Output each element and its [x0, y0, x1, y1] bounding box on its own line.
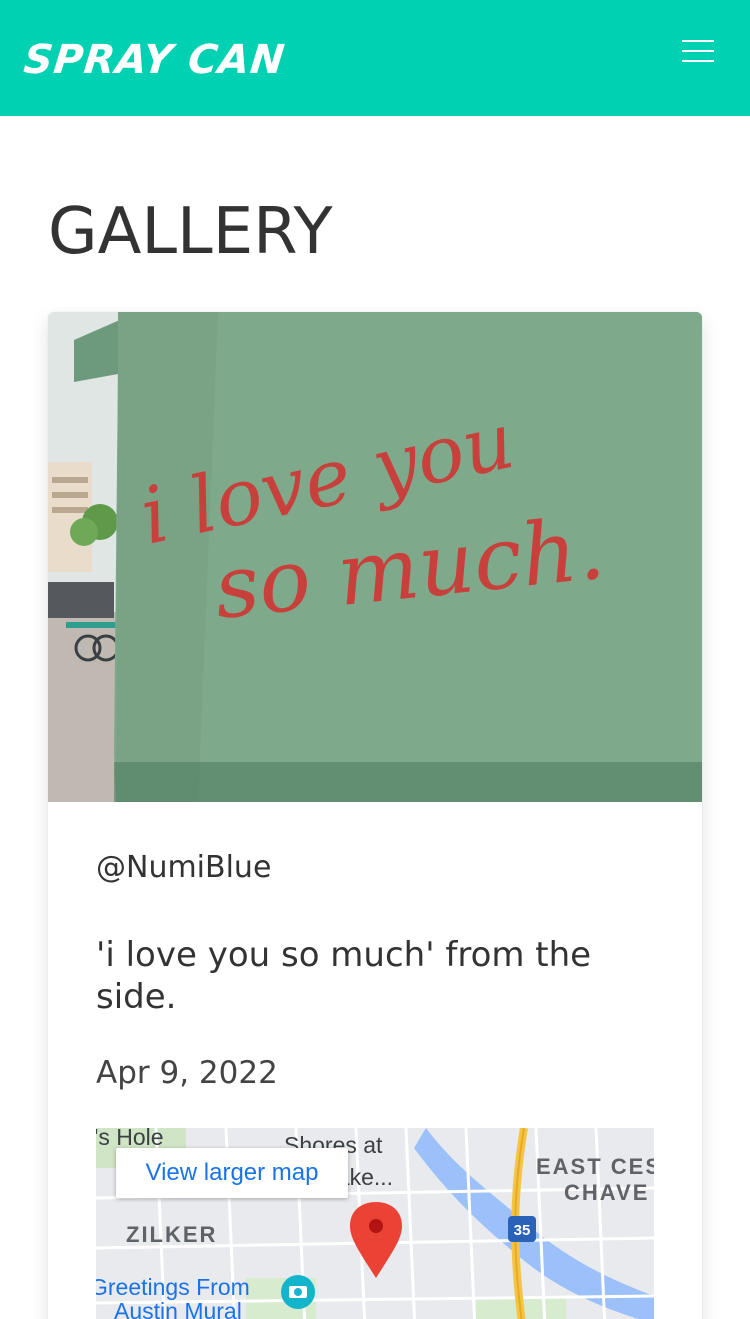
camera-icon: [281, 1275, 315, 1309]
map-district-label: EAST CES: [536, 1154, 654, 1179]
top-navbar: SPRAY CAN: [0, 0, 750, 116]
map-district-label: ZILKER: [126, 1222, 218, 1247]
page-title: GALLERY: [48, 195, 333, 269]
brand-logo[interactable]: SPRAY CAN: [21, 34, 288, 86]
map-label: 's Hole: [96, 1128, 164, 1150]
hamburger-line: [682, 40, 714, 42]
gallery-card: i love you so much. @NumiBlue 'i love yo…: [48, 312, 702, 1319]
hamburger-menu-icon[interactable]: [670, 36, 726, 72]
view-larger-map-button[interactable]: View larger map: [116, 1148, 348, 1198]
graffiti-photo[interactable]: i love you so much.: [48, 312, 702, 802]
map-poi-label: Greetings From: [96, 1274, 250, 1300]
map-district-label: CHAVE: [564, 1180, 650, 1205]
hamburger-line: [682, 50, 714, 52]
hamburger-line: [682, 60, 714, 62]
location-map[interactable]: 35 's Hole Shores at Lake... EAST CES CH…: [96, 1128, 654, 1319]
post-caption: 'i love you so much' from the side.: [96, 935, 592, 1017]
post-author[interactable]: @NumiBlue: [96, 848, 271, 888]
highway-shield-label: 35: [514, 1222, 531, 1239]
post-date: Apr 9, 2022: [96, 1055, 278, 1091]
map-poi-label: Austin Mural: [114, 1298, 242, 1319]
